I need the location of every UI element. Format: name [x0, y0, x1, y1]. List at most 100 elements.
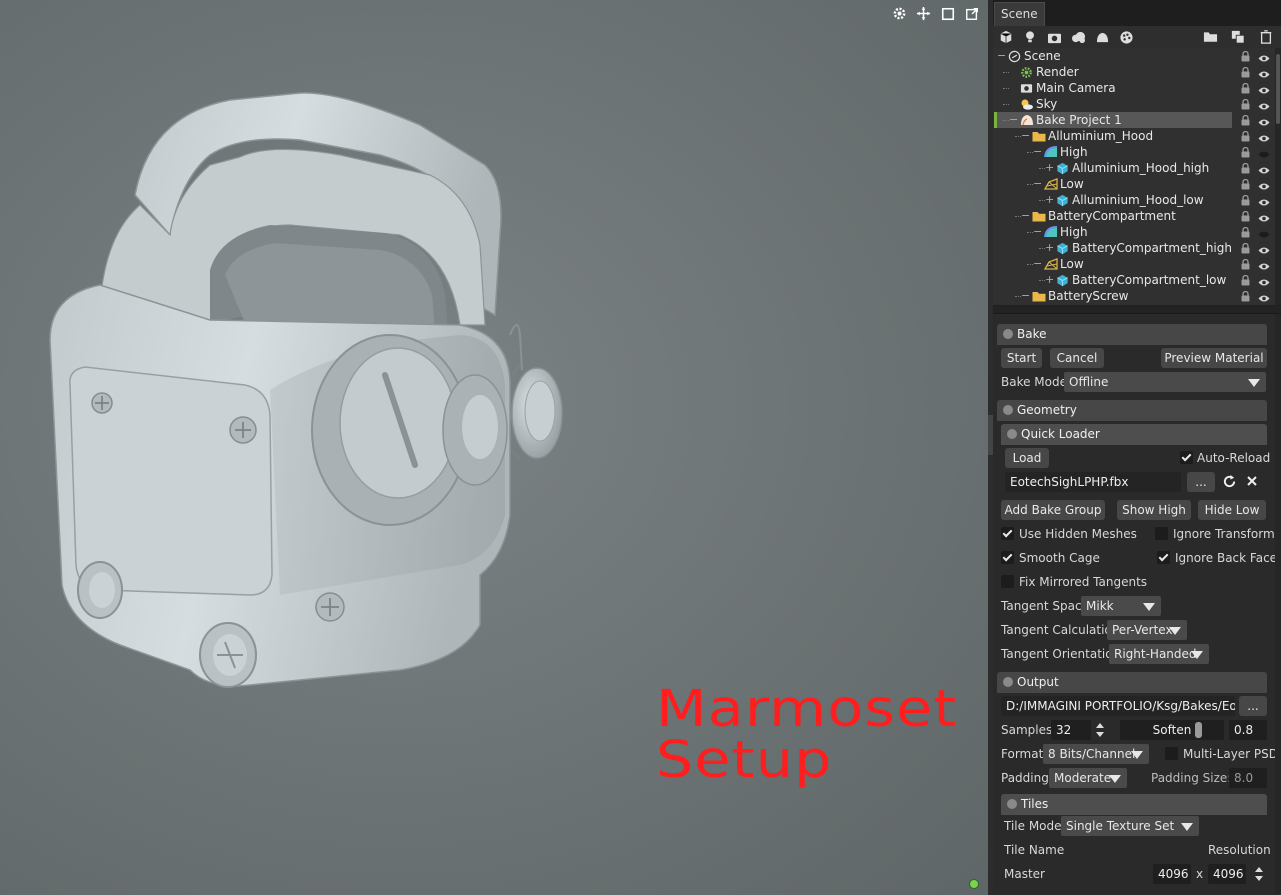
bake-mode-select[interactable]: Offline	[1064, 372, 1266, 392]
soften-value-field[interactable]: 0.8	[1229, 720, 1267, 740]
visibility-eye-icon[interactable]	[1258, 243, 1270, 254]
visibility-eye-icon[interactable]	[1258, 131, 1270, 142]
samples-stepper-icon[interactable]	[1095, 722, 1105, 738]
visibility-eye-icon[interactable]	[1258, 115, 1270, 126]
tree-item-high[interactable]: − High	[993, 144, 1281, 160]
tree-item-batterycompartment-low[interactable]: + BatteryCompartment_low	[993, 272, 1281, 288]
visibility-eye-icon[interactable]	[1258, 227, 1270, 238]
tree-item-scene[interactable]: − Scene	[993, 48, 1281, 64]
duplicate-icon[interactable]	[1229, 28, 1247, 46]
start-button[interactable]: Start	[1001, 348, 1042, 368]
resolution-width-field[interactable]: 4096	[1153, 864, 1191, 884]
add-light-icon[interactable]	[1021, 28, 1039, 46]
lock-icon[interactable]	[1241, 66, 1250, 78]
tree-item-batterycompartment-high[interactable]: + BatteryCompartment_high	[993, 240, 1281, 256]
output-section-header[interactable]: Output	[997, 672, 1267, 693]
reload-icon[interactable]	[1222, 474, 1238, 490]
file-name-field[interactable]: EotechSighLPHP.fbx	[1005, 472, 1181, 492]
padding-size-field[interactable]: 8.0	[1229, 768, 1267, 788]
scene-tree[interactable]: − Scene Render Main Camera Sky − Bake Project …	[993, 48, 1281, 306]
tangent-space-select[interactable]: Mikk	[1081, 596, 1161, 616]
lock-icon[interactable]	[1241, 178, 1250, 190]
lock-icon[interactable]	[1241, 146, 1250, 158]
visibility-eye-icon[interactable]	[1258, 83, 1270, 94]
tree-item-sky[interactable]: Sky	[993, 96, 1281, 112]
tree-expander-icon[interactable]: +	[1045, 272, 1054, 288]
visibility-eye-icon[interactable]	[1258, 99, 1270, 110]
add-bake-icon[interactable]	[1093, 28, 1111, 46]
multi-layer-psd-checkbox[interactable]	[1165, 747, 1178, 760]
tree-expander-icon[interactable]: +	[1045, 192, 1054, 208]
visibility-eye-icon[interactable]	[1258, 163, 1270, 174]
tree-item-alluminium-hood[interactable]: − Alluminium_Hood	[993, 128, 1281, 144]
move-icon[interactable]	[915, 5, 932, 22]
tangent-calculation-select[interactable]: Per-Vertex	[1107, 620, 1187, 640]
tree-expander-icon[interactable]: −	[1033, 224, 1042, 240]
ignore-back-faces-checkbox[interactable]	[1157, 551, 1170, 564]
tile-mode-select[interactable]: Single Texture Set	[1061, 816, 1199, 836]
tree-item-low[interactable]: − Low	[993, 176, 1281, 192]
lock-icon[interactable]	[1241, 290, 1250, 302]
visibility-eye-icon[interactable]	[1258, 211, 1270, 222]
preview-material-button[interactable]: Preview Material	[1161, 348, 1267, 368]
tree-expander-icon[interactable]: −	[1033, 144, 1042, 160]
visibility-eye-icon[interactable]	[1258, 275, 1270, 286]
frame-icon[interactable]	[939, 5, 956, 22]
lock-icon[interactable]	[1241, 194, 1250, 206]
browse-file-button[interactable]: ...	[1187, 472, 1215, 492]
visibility-eye-icon[interactable]	[1258, 259, 1270, 270]
add-bake-group-button[interactable]: Add Bake Group	[1001, 500, 1105, 520]
auto-reload-checkbox[interactable]	[1180, 451, 1193, 464]
resolution-stepper-icon[interactable]	[1254, 866, 1264, 882]
fix-mirrored-tangents-checkbox[interactable]	[1001, 575, 1014, 588]
lock-icon[interactable]	[1241, 242, 1250, 254]
soften-slider-handle[interactable]	[1195, 722, 1203, 738]
show-high-button[interactable]: Show High	[1117, 500, 1191, 520]
visibility-eye-icon[interactable]	[1258, 147, 1270, 158]
properties-splitter[interactable]	[993, 306, 1281, 314]
resolution-height-field[interactable]: 4096	[1208, 864, 1246, 884]
add-material-icon[interactable]	[1117, 28, 1135, 46]
format-select[interactable]: 8 Bits/Channel	[1043, 744, 1149, 764]
tree-item-main-camera[interactable]: Main Camera	[993, 80, 1281, 96]
properties-scrollbar[interactable]	[1275, 314, 1281, 894]
delete-icon[interactable]	[1257, 28, 1275, 46]
tree-expander-icon[interactable]: −	[1009, 112, 1018, 128]
add-camera-icon[interactable]	[1045, 28, 1063, 46]
3d-viewport[interactable]: Marmoset Setup	[0, 0, 988, 895]
padding-select[interactable]: Moderate	[1049, 768, 1127, 788]
quick-loader-header[interactable]: Quick Loader	[1001, 424, 1267, 445]
hide-low-button[interactable]: Hide Low	[1198, 500, 1266, 520]
soften-slider[interactable]: Soften	[1120, 720, 1224, 740]
tangent-orientation-select[interactable]: Right-Handed	[1109, 644, 1209, 664]
clear-icon[interactable]	[1246, 475, 1260, 489]
smooth-cage-checkbox[interactable]	[1001, 551, 1014, 564]
tree-expander-icon[interactable]: −	[997, 48, 1006, 64]
tree-expander-icon[interactable]: −	[1033, 256, 1042, 272]
tab-scene[interactable]: Scene	[994, 2, 1045, 26]
tree-item-low[interactable]: − Low	[993, 256, 1281, 272]
tree-expander-icon[interactable]: −	[1033, 176, 1042, 192]
lock-icon[interactable]	[1241, 50, 1250, 62]
tree-item-bake-project-1[interactable]: − Bake Project 1	[993, 112, 1281, 128]
geometry-section-header[interactable]: Geometry	[997, 400, 1267, 421]
ignore-transforms-checkbox[interactable]	[1155, 527, 1168, 540]
load-button[interactable]: Load	[1005, 448, 1049, 468]
lock-icon[interactable]	[1241, 226, 1250, 238]
samples-field[interactable]: 32	[1051, 720, 1091, 740]
scene-tree-scrollbar[interactable]	[1275, 48, 1281, 305]
lock-icon[interactable]	[1241, 114, 1250, 126]
visibility-eye-icon[interactable]	[1258, 179, 1270, 190]
tree-expander-icon[interactable]: −	[1021, 208, 1030, 224]
cancel-button[interactable]: Cancel	[1050, 348, 1104, 368]
visibility-eye-icon[interactable]	[1258, 67, 1270, 78]
visibility-eye-icon[interactable]	[1258, 195, 1270, 206]
visibility-eye-icon[interactable]	[1258, 51, 1270, 62]
bake-section-header[interactable]: Bake	[997, 324, 1267, 345]
tree-item-render[interactable]: Render	[993, 64, 1281, 80]
tiles-section-header[interactable]: Tiles	[1001, 794, 1267, 815]
tree-item-alluminium-hood-high[interactable]: + Alluminium_Hood_high	[993, 160, 1281, 176]
new-folder-icon[interactable]	[1201, 28, 1219, 46]
tree-expander-icon[interactable]: −	[1021, 288, 1030, 304]
tree-item-alluminium-hood-low[interactable]: + Alluminium_Hood_low	[993, 192, 1281, 208]
